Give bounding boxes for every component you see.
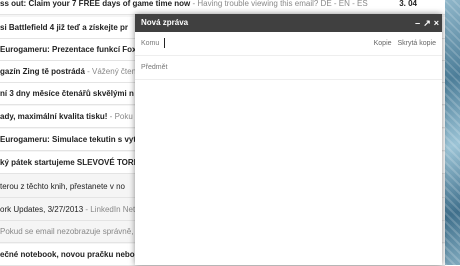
email-subject: gazín Zing tě postrádá xyxy=(0,67,85,76)
email-subject: ady, maximální kvalita tisku! xyxy=(0,112,108,121)
email-snippet: Pokud se email nezobrazuje správně, k xyxy=(0,227,140,236)
email-subject: ss out: Claim your 7 FREE days of game t… xyxy=(0,0,191,8)
to-label: Komu xyxy=(141,40,160,47)
minimize-icon[interactable]: – xyxy=(415,14,420,32)
subject-placeholder: Předmět xyxy=(141,64,168,71)
cc-link[interactable]: Kopie xyxy=(374,40,392,47)
email-snippet: - Poku xyxy=(107,112,133,121)
email-snippet: - Having trouble viewing this email? DE … xyxy=(190,0,368,8)
email-snippet: - Vážený čtená xyxy=(84,67,141,76)
text-cursor xyxy=(164,38,166,49)
email-subject: Eurogameru: Simulace tekutin s vyt xyxy=(0,135,137,144)
email-subject: terou z těchto knih, přestanete v no xyxy=(0,182,125,191)
email-subject: ork Updates, 3/27/2013 xyxy=(0,205,84,214)
email-snippet: - LinkedIn Netw xyxy=(83,205,141,214)
email-subject: ký pátek startujeme SLEVOVÉ TORN xyxy=(0,158,140,167)
popout-icon[interactable]: ↗ xyxy=(423,14,431,32)
message-body[interactable] xyxy=(135,78,442,265)
compose-title: Nová zpráva xyxy=(141,18,189,27)
email-subject: ečné notebook, novou pračku nebo v xyxy=(0,250,142,259)
to-field[interactable]: Komu Kopie Skrytá kopie xyxy=(135,32,442,56)
bcc-link[interactable]: Skrytá kopie xyxy=(397,40,436,47)
email-subject: si Battlefield 4 již teď a získejte pr xyxy=(0,23,129,32)
email-date: 3. 04 xyxy=(399,0,417,8)
subject-field[interactable]: Předmět xyxy=(135,56,442,80)
compose-header[interactable]: Nová zpráva – ↗ × xyxy=(135,14,442,32)
email-subject: ní 3 dny měsíce čtenářů skvělými n xyxy=(0,89,134,98)
close-icon[interactable]: × xyxy=(434,14,439,32)
email-subject: Eurogameru: Prezentace funkcí Fox xyxy=(0,45,137,54)
background-theme-strip xyxy=(445,0,460,265)
compose-window: Nová zpráva – ↗ × Komu Kopie Skrytá kopi… xyxy=(135,14,442,265)
email-row[interactable]: ss out: Claim your 7 FREE days of game t… xyxy=(0,0,445,15)
